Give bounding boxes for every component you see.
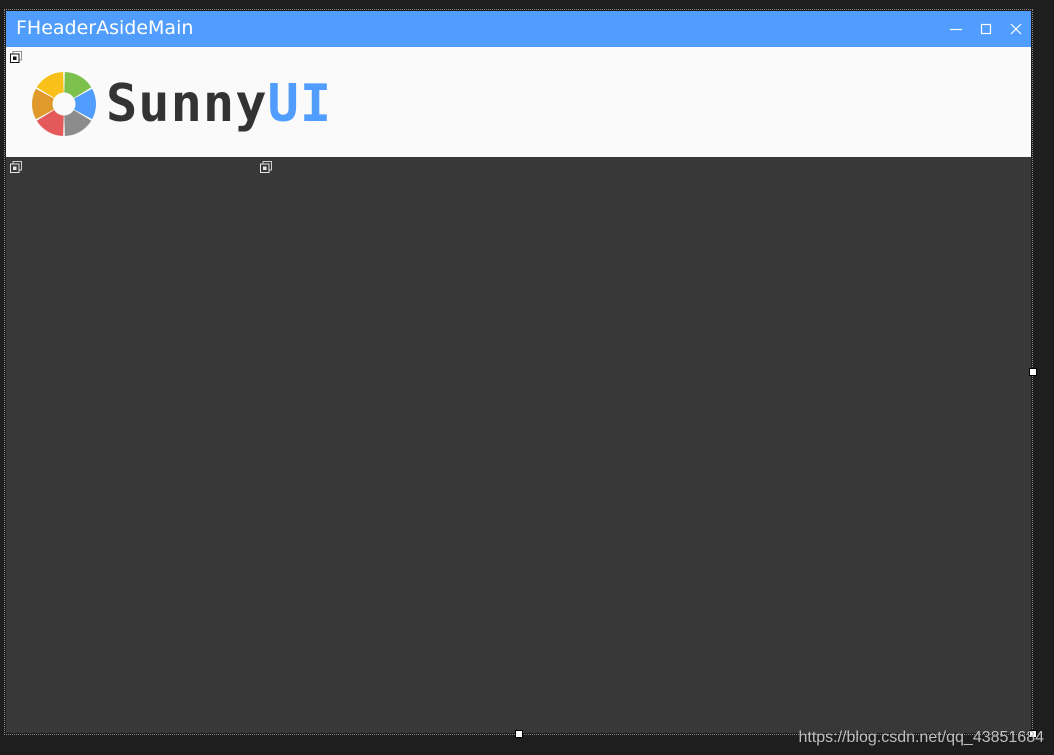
maximize-button[interactable] <box>971 11 1001 47</box>
aside-panel-smart-tag-icon[interactable] <box>10 161 22 173</box>
title-bar[interactable]: FHeaderAsideMain <box>6 11 1031 47</box>
main-panel[interactable] <box>256 157 1031 733</box>
window-title: FHeaderAsideMain <box>16 17 194 39</box>
brand-text-ui: UI <box>267 74 333 134</box>
header-panel-smart-tag-icon[interactable] <box>10 51 22 63</box>
brand-text-sunny: Sunny <box>106 74 268 134</box>
minimize-icon <box>950 28 962 31</box>
sunnyui-logo-icon <box>32 72 96 136</box>
form-window[interactable]: FHeaderAsideMain Sunny UI <box>4 9 1033 735</box>
designer-surface: FHeaderAsideMain Sunny UI https://blog.c… <box>0 0 1054 755</box>
brand-wordmark: Sunny UI <box>106 73 332 135</box>
main-panel-smart-tag-icon[interactable] <box>260 161 272 173</box>
watermark-text: https://blog.csdn.net/qq_43851684 <box>798 729 1044 746</box>
resize-handle-right[interactable] <box>1029 368 1037 376</box>
minimize-button[interactable] <box>941 11 971 47</box>
resize-handle-bottom[interactable] <box>515 730 523 738</box>
maximize-icon <box>980 23 992 35</box>
header-panel[interactable]: Sunny UI <box>6 47 1031 157</box>
aside-panel[interactable] <box>6 157 256 733</box>
close-icon <box>1010 23 1022 35</box>
window-controls <box>941 11 1031 47</box>
close-button[interactable] <box>1001 11 1031 47</box>
